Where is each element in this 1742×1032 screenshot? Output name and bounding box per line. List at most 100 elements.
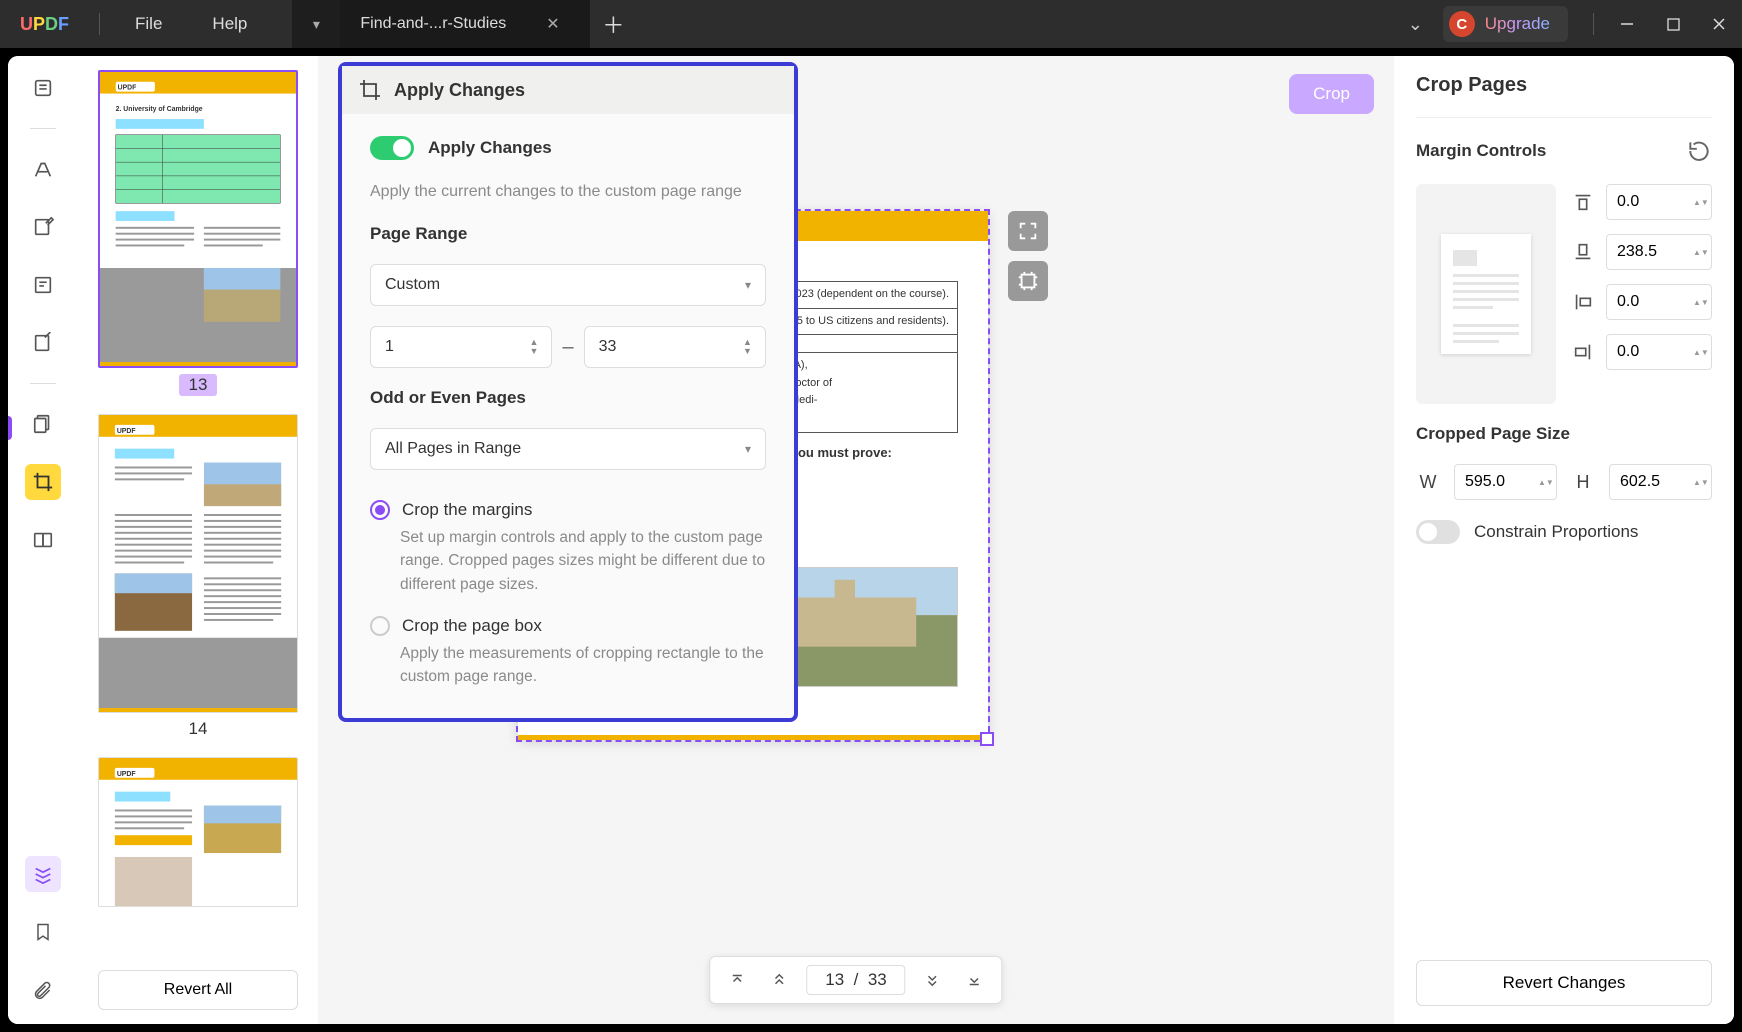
revert-all-button[interactable]: Revert All	[98, 970, 298, 1010]
apply-changes-toggle[interactable]	[370, 136, 414, 160]
reader-icon[interactable]	[25, 70, 61, 106]
height-input[interactable]: 602.5 ▲▼	[1609, 464, 1712, 500]
margin-bottom-input[interactable]: 238.5 ▲▼	[1606, 234, 1712, 270]
thumbnail-label: 13	[179, 374, 218, 396]
select-value: All Pages in Range	[385, 440, 521, 457]
svg-text:UPDF: UPDF	[117, 428, 136, 435]
crop-icon[interactable]	[25, 464, 61, 500]
input-value: 238.5	[1617, 243, 1657, 260]
window-close-icon[interactable]	[1696, 0, 1742, 48]
active-tab[interactable]: Find-and-...r-Studies ✕	[340, 0, 590, 48]
organize-icon[interactable]	[25, 406, 61, 442]
odd-even-select[interactable]: All Pages in Range	[370, 428, 766, 470]
thumbnail-image: UPDF 2. University of Cambridge	[100, 72, 296, 366]
spinner-icon[interactable]: ▲▼	[1693, 287, 1707, 317]
reset-icon[interactable]	[1686, 138, 1712, 164]
width-label: W	[1416, 472, 1440, 493]
spinner-icon[interactable]: ▲▼	[1693, 467, 1707, 497]
spinner-icon[interactable]: ▲▼	[1693, 337, 1707, 367]
tab-close-icon[interactable]: ✕	[546, 14, 559, 34]
crop-box-label: Crop the page box	[402, 616, 542, 636]
divider	[1416, 117, 1712, 118]
margin-preview	[1416, 184, 1556, 404]
cropped-size-label: Cropped Page Size	[1416, 424, 1712, 444]
menu-file[interactable]: File	[110, 14, 187, 34]
svg-text:2. University of Cambridge: 2. University of Cambridge	[116, 106, 203, 113]
window-minimize-icon[interactable]	[1604, 0, 1650, 48]
select-value: Custom	[385, 276, 440, 293]
upgrade-button[interactable]: C Upgrade	[1443, 6, 1568, 42]
crop-margins-radio[interactable]	[370, 500, 390, 520]
thumbnail-14[interactable]: UPDF	[98, 414, 298, 713]
crop-button[interactable]: Crop	[1289, 74, 1374, 114]
apply-changes-panel: Apply Changes Apply Changes Apply the cu…	[338, 62, 798, 722]
form-icon[interactable]	[25, 267, 61, 303]
thumbnail-15[interactable]: UPDF	[98, 757, 298, 907]
page-range-select[interactable]: Custom	[370, 264, 766, 306]
range-from-input[interactable]: 1▲▼	[370, 326, 552, 368]
revert-changes-button[interactable]: Revert Changes	[1416, 960, 1712, 1006]
page-range-label: Page Range	[370, 224, 766, 244]
thumbnail-13[interactable]: UPDF 2. University of Cambridge	[98, 70, 298, 368]
margin-controls-label: Margin Controls	[1416, 141, 1546, 161]
crop-box-radio[interactable]	[370, 616, 390, 636]
window-maximize-icon[interactable]	[1650, 0, 1696, 48]
margin-top-icon	[1570, 189, 1596, 215]
input-value: 595.0	[1465, 473, 1505, 490]
spinner-icon[interactable]: ▲▼	[1693, 237, 1707, 267]
page-current: 13	[825, 970, 844, 989]
apply-changes-help: Apply the current changes to the custom …	[370, 180, 766, 204]
input-value: 0.0	[1617, 343, 1639, 360]
menu-help[interactable]: Help	[187, 14, 272, 34]
spinner-icon[interactable]: ▲▼	[1693, 187, 1707, 217]
divider	[30, 383, 56, 384]
first-page-icon[interactable]	[718, 963, 756, 997]
thumbnail-image: UPDF	[99, 758, 297, 907]
tab-list-button[interactable]: ▾	[292, 0, 340, 48]
upgrade-label: Upgrade	[1485, 14, 1550, 34]
spinner-icon[interactable]: ▲▼	[529, 331, 545, 363]
pages-panel-icon[interactable]	[25, 856, 61, 892]
compare-icon[interactable]	[25, 522, 61, 558]
spinner-icon[interactable]: ▲▼	[743, 331, 759, 363]
range-dash: –	[562, 336, 573, 359]
titlebar-dropdown-icon[interactable]: ⌄	[1388, 14, 1443, 35]
last-page-icon[interactable]	[956, 963, 994, 997]
input-value: 602.5	[1620, 473, 1660, 490]
svg-text:UPDF: UPDF	[117, 771, 136, 778]
attachment-icon[interactable]	[25, 972, 61, 1008]
stage: Crop ry 2023 (dependent on the course). …	[318, 56, 1394, 1024]
tab-group: ▾ Find-and-...r-Studies ✕ ＋	[292, 0, 636, 48]
tab-title: Find-and-...r-Studies	[360, 15, 506, 33]
input-value: 0.0	[1617, 293, 1639, 310]
crop-margins-help: Set up margin controls and apply to the …	[370, 526, 766, 596]
highlight-icon[interactable]	[25, 151, 61, 187]
auto-crop-icon[interactable]	[1008, 261, 1048, 301]
crop-icon	[358, 78, 382, 102]
preview-page	[1441, 234, 1531, 354]
thumbnails-panel: UPDF 2. University of Cambridge	[78, 56, 318, 1024]
range-to-input[interactable]: 33▲▼	[584, 326, 766, 368]
sign-icon[interactable]	[25, 325, 61, 361]
next-page-icon[interactable]	[914, 963, 952, 997]
new-tab-button[interactable]: ＋	[590, 0, 636, 48]
prev-page-icon[interactable]	[760, 963, 798, 997]
constrain-proportions-toggle[interactable]	[1416, 520, 1460, 544]
fit-page-icon[interactable]	[1008, 211, 1048, 251]
margin-top-input[interactable]: 0.0 ▲▼	[1606, 184, 1712, 220]
crop-pages-panel: Crop Pages Margin Controls	[1394, 56, 1734, 1024]
input-value: 0.0	[1617, 193, 1639, 210]
margin-right-input[interactable]: 0.0 ▲▼	[1606, 334, 1712, 370]
separator	[99, 13, 100, 35]
thumbnail-label: 14	[189, 719, 208, 739]
spinner-icon[interactable]: ▲▼	[1538, 467, 1552, 497]
bookmark-icon[interactable]	[25, 914, 61, 950]
margin-left-input[interactable]: 0.0 ▲▼	[1606, 284, 1712, 320]
svg-text:UPDF: UPDF	[118, 85, 137, 92]
page-total: 33	[868, 970, 887, 989]
page-display[interactable]: 13 / 33	[806, 965, 905, 995]
odd-even-label: Odd or Even Pages	[370, 388, 766, 408]
width-input[interactable]: 595.0 ▲▼	[1454, 464, 1557, 500]
panel-title: Apply Changes	[394, 80, 525, 101]
edit-text-icon[interactable]	[25, 209, 61, 245]
